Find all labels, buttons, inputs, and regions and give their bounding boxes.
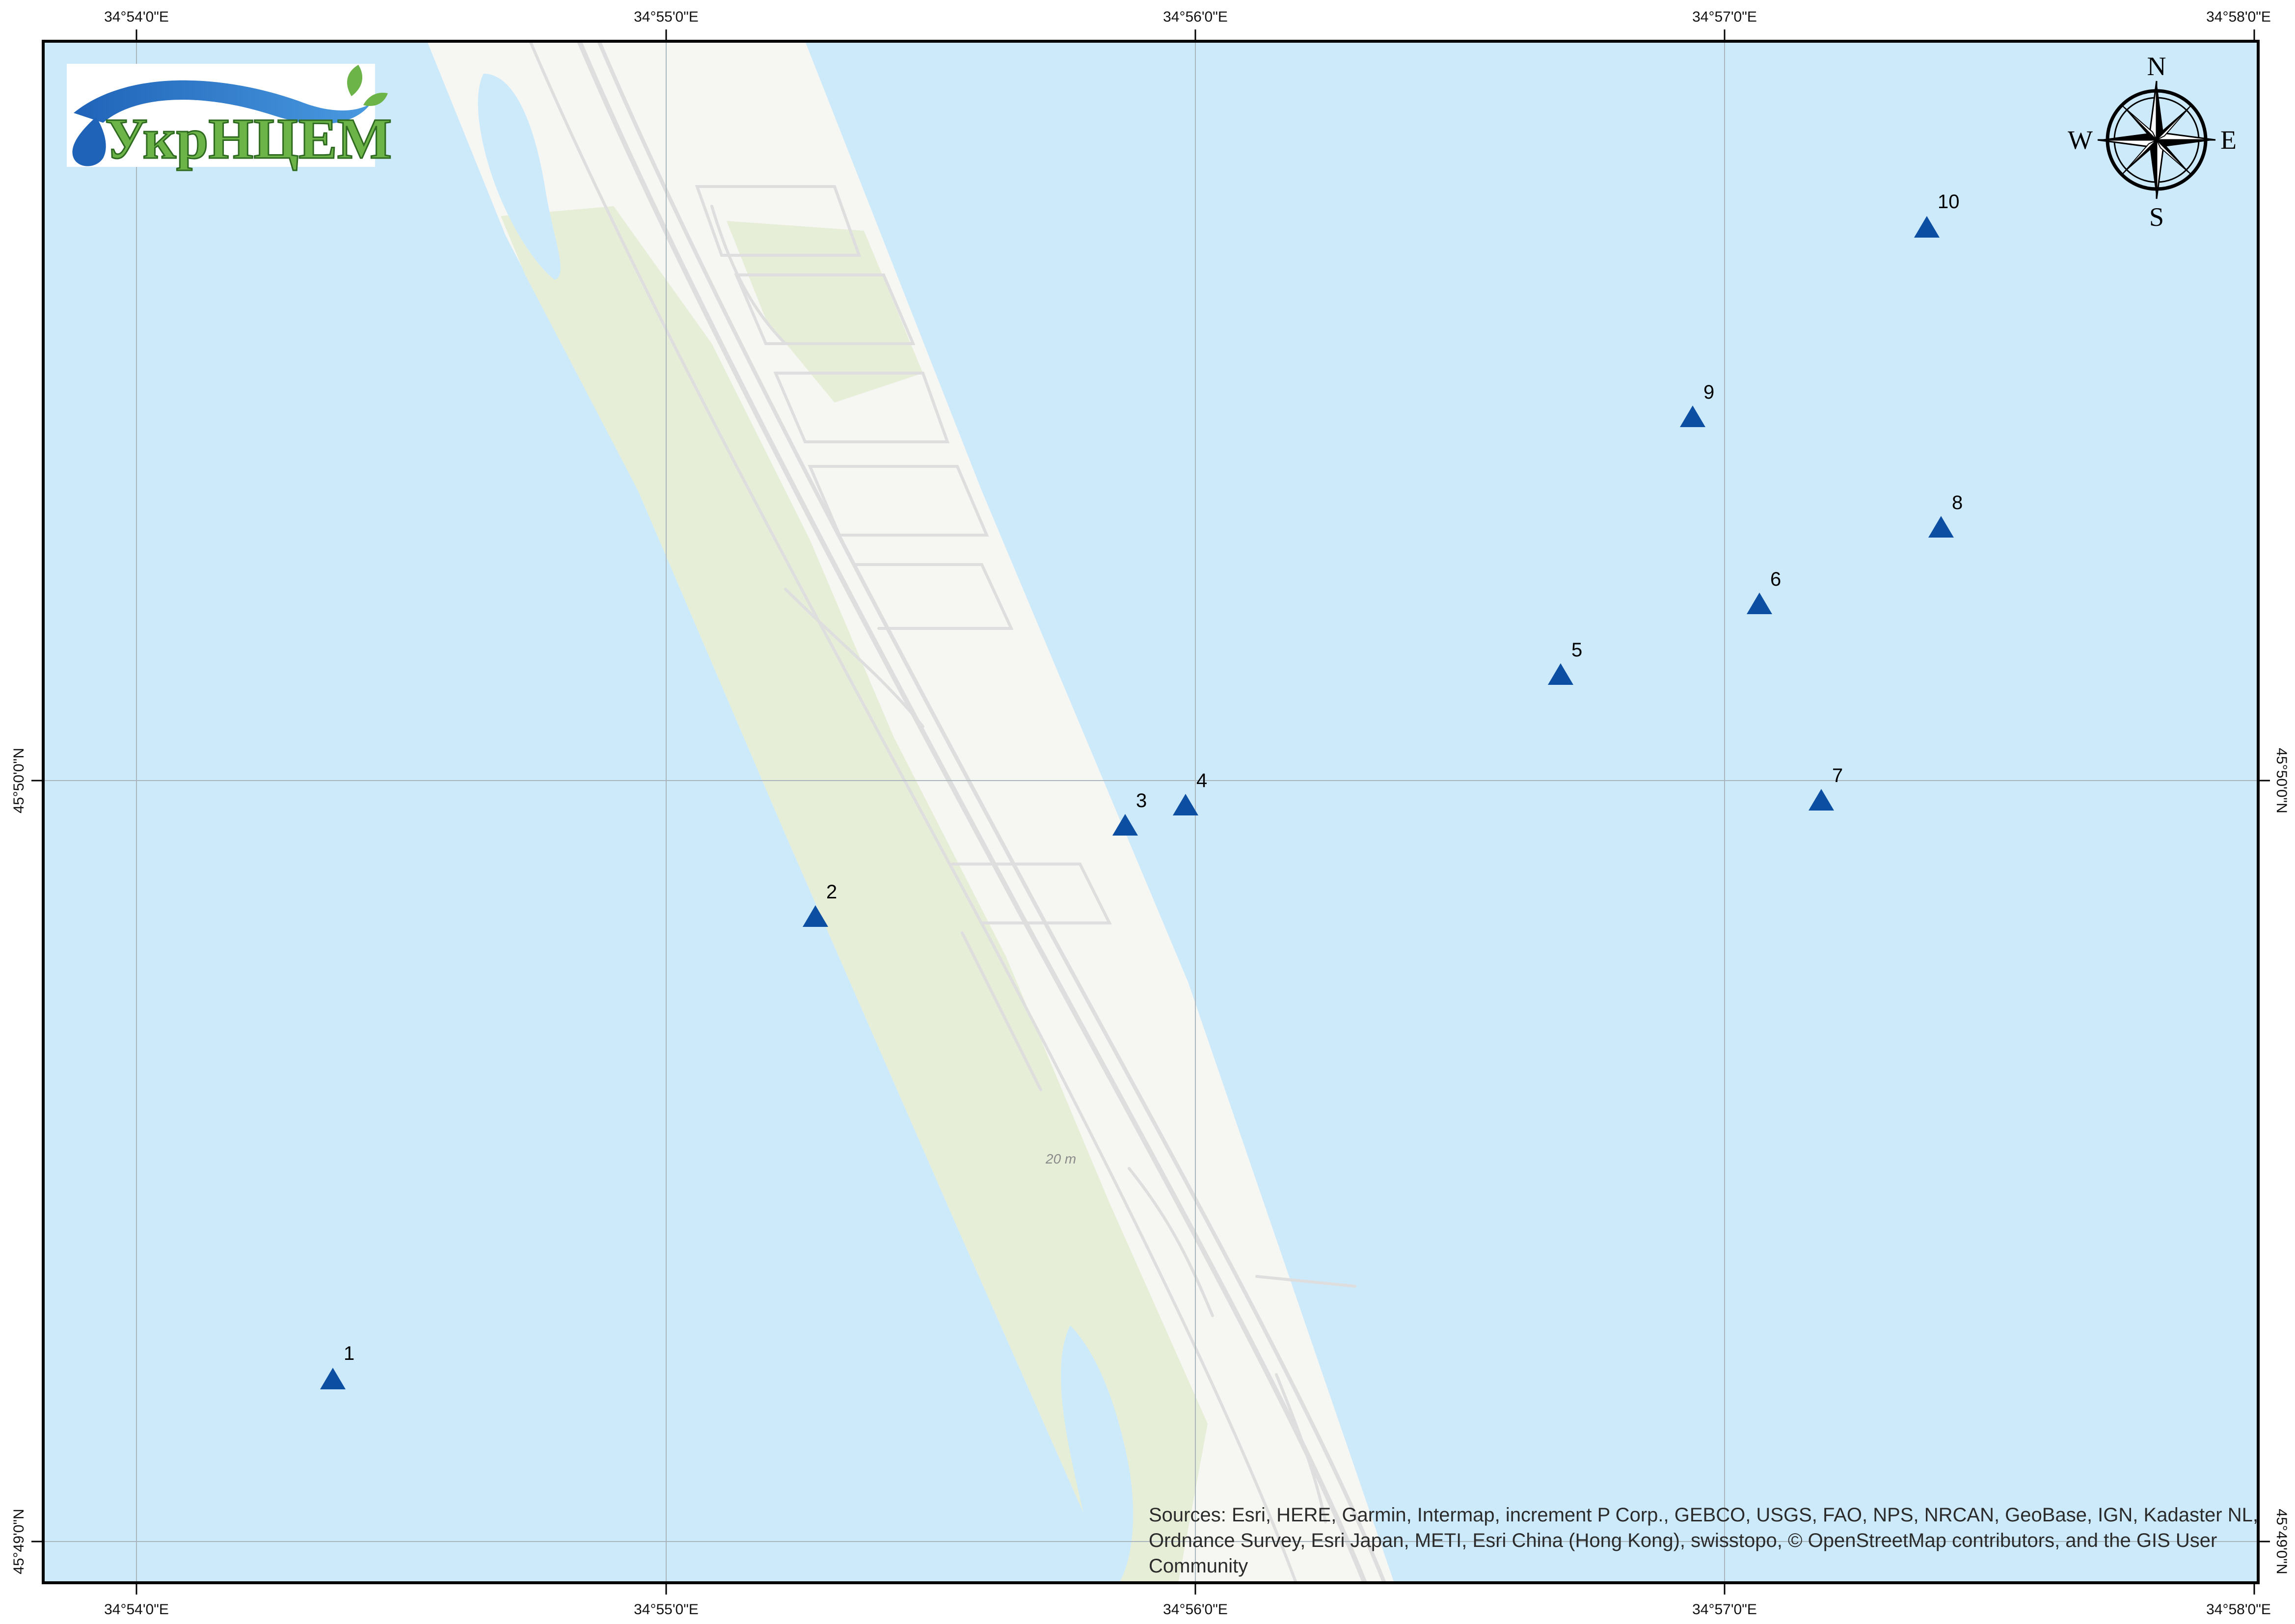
- station-label: 7: [1832, 765, 1843, 786]
- station-label: 1: [344, 1343, 354, 1364]
- station-label: 6: [1770, 568, 1781, 590]
- map-attribution: Sources: Esri, HERE, Garmin, Intermap, i…: [1149, 1504, 2258, 1577]
- lon-label: 34°56'0"E: [1163, 9, 1228, 25]
- lon-label: 34°56'0"E: [1163, 1601, 1228, 1618]
- longitude-labels-top: 34°54'0"E 34°55'0"E 34°56'0"E 34°57'0"E …: [104, 9, 2271, 25]
- organization-logo: УкрНЦЕМ: [67, 64, 393, 172]
- station-label: 4: [1196, 770, 1207, 791]
- compass-west: W: [2068, 125, 2093, 155]
- lon-label: 34°54'0"E: [104, 9, 169, 25]
- station-label: 8: [1952, 492, 1963, 514]
- depth-label: 20 m: [1045, 1151, 1076, 1166]
- station-label: 2: [826, 881, 837, 903]
- station-label: 10: [1938, 191, 1960, 213]
- lon-label: 34°57'0"E: [1692, 1601, 1757, 1618]
- station-label: 3: [1136, 790, 1147, 812]
- lat-label: 45°50'0"N: [2273, 748, 2290, 813]
- station-label: 9: [1703, 381, 1714, 403]
- compass-north: N: [2147, 52, 2166, 81]
- lat-label: 45°49'0"N: [11, 1509, 27, 1574]
- lon-label: 34°55'0"E: [634, 1601, 699, 1618]
- lon-label: 34°58'0"E: [2206, 9, 2271, 25]
- lat-label: 45°50'0"N: [11, 748, 27, 813]
- longitude-labels-bottom: 34°54'0"E 34°55'0"E 34°56'0"E 34°57'0"E …: [104, 1601, 2271, 1618]
- compass-east: E: [2220, 125, 2237, 155]
- compass-south: S: [2149, 202, 2164, 232]
- station-label: 5: [1571, 639, 1582, 661]
- logo-text: УкрНЦЕМ: [105, 107, 392, 171]
- lon-label: 34°55'0"E: [634, 9, 699, 25]
- lon-label: 34°54'0"E: [104, 1601, 169, 1618]
- map-layout: 20 m 34°54'0"E 34°55'0"E 34°56'0"E 34°57…: [0, 0, 2295, 1624]
- lon-label: 34°58'0"E: [2206, 1601, 2271, 1618]
- lat-label: 45°49'0"N: [2273, 1509, 2290, 1574]
- map-canvas[interactable]: 20 m 34°54'0"E 34°55'0"E 34°56'0"E 34°57…: [0, 0, 2295, 1624]
- lon-label: 34°57'0"E: [1692, 9, 1757, 25]
